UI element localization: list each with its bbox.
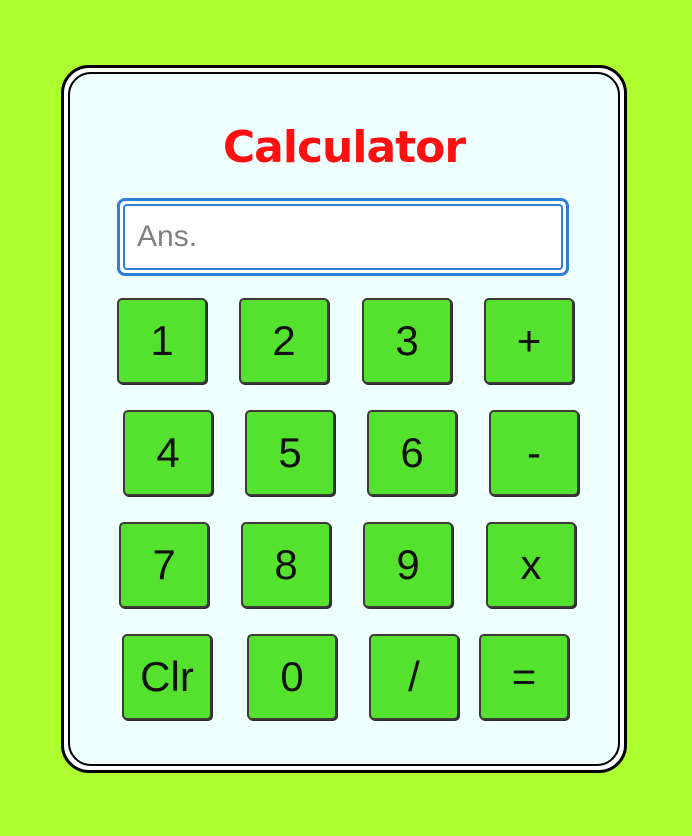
key-multiply-button[interactable]: x	[486, 522, 576, 608]
key-plus-button[interactable]: +	[484, 298, 574, 384]
key-7-button[interactable]: 7	[119, 522, 209, 608]
calculator-panel: Calculator 1 2 3 + 4 5 6 - 7 8 9 x Clr 0…	[68, 72, 620, 766]
key-equals-button[interactable]: =	[479, 634, 569, 720]
key-3-button[interactable]: 3	[362, 298, 452, 384]
answer-display-input[interactable]	[123, 204, 563, 270]
key-6-button[interactable]: 6	[367, 410, 457, 496]
key-5-button[interactable]: 5	[245, 410, 335, 496]
key-9-button[interactable]: 9	[363, 522, 453, 608]
page-title: Calculator	[222, 122, 466, 173]
key-clear-button[interactable]: Clr	[122, 634, 212, 720]
key-minus-button[interactable]: -	[489, 410, 579, 496]
key-8-button[interactable]: 8	[241, 522, 331, 608]
key-1-button[interactable]: 1	[117, 298, 207, 384]
key-4-button[interactable]: 4	[123, 410, 213, 496]
key-divide-button[interactable]: /	[369, 634, 459, 720]
display-focus-ring	[117, 198, 569, 276]
calculator-frame: Calculator 1 2 3 + 4 5 6 - 7 8 9 x Clr 0…	[61, 65, 627, 773]
key-2-button[interactable]: 2	[239, 298, 329, 384]
key-0-button[interactable]: 0	[247, 634, 337, 720]
